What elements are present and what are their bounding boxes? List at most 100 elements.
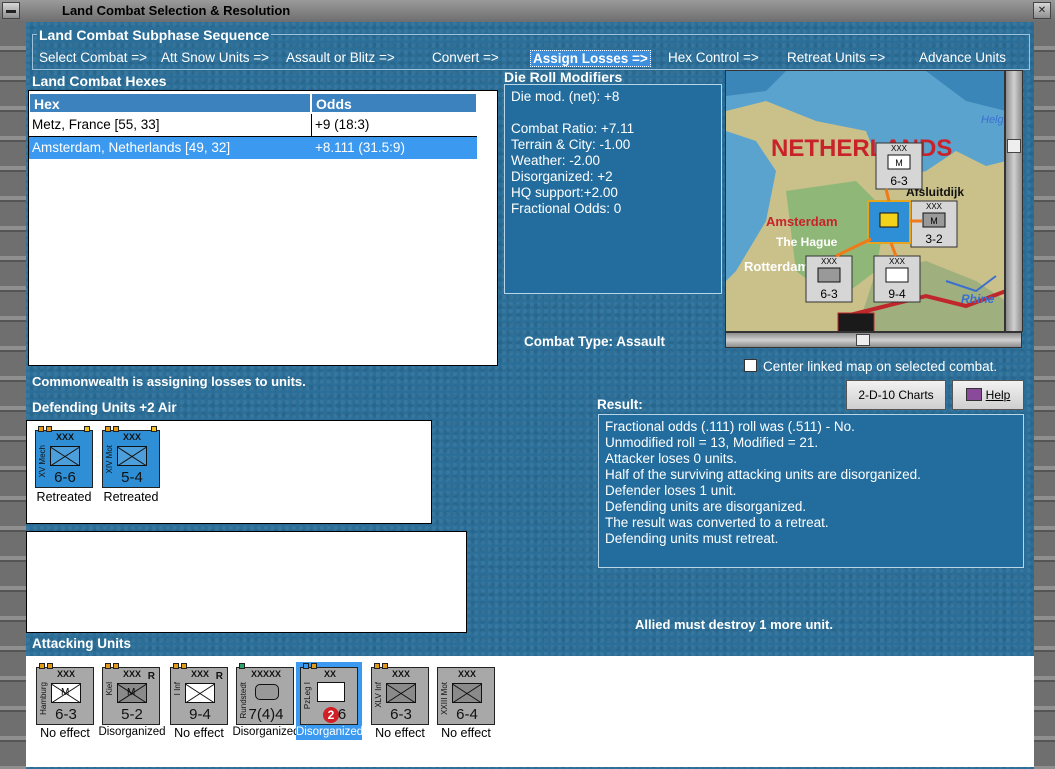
result-line: The result was converted to a retreat. (605, 515, 829, 530)
phase-select-combat[interactable]: Select Combat => (39, 50, 147, 65)
map-label-netherlands: NETHERLANDS (771, 135, 952, 162)
map-vscroll-thumb[interactable] (1007, 139, 1021, 153)
attacking-unit-counter[interactable]: XXX XXIII Mot 6-4 (437, 667, 495, 725)
result-line: Half of the surviving attacking units ar… (605, 467, 921, 482)
modifier-line: Combat Ratio: +7.11 (511, 121, 635, 136)
column-header-hex[interactable]: Hex (29, 93, 311, 113)
modifiers-panel: Die mod. (net): +8 Combat Ratio: +7.11 T… (504, 84, 722, 294)
infantry-symbol-icon (386, 683, 416, 703)
mountain-infantry-icon: M (51, 683, 81, 703)
result-line: Fractional odds (.111) roll was (.511) -… (605, 419, 855, 434)
phase-retreat-units[interactable]: Retreat Units => (787, 50, 885, 65)
help-book-icon (965, 388, 982, 401)
subphase-legend: Land Combat Subphase Sequence (37, 27, 272, 43)
modifier-line: Fractional Odds: 0 (511, 201, 622, 216)
charts-button[interactable]: 2-D-10 Charts (846, 380, 946, 410)
modifier-line: Terrain & City: -1.00 (511, 137, 631, 152)
row-hex: Amsterdam, Netherlands [49, 32] (32, 140, 231, 155)
attacking-unit-status: Disorganized (232, 726, 300, 738)
right-frame-rail (1034, 22, 1055, 769)
map-label-rhine: Rhine (961, 292, 995, 306)
modifier-line: Disorganized: +2 (511, 169, 613, 184)
svg-text:M: M (930, 216, 938, 226)
motorized-symbol-icon (452, 683, 482, 703)
hq-symbol-icon (255, 684, 279, 700)
defending-title: Defending Units +2 Air (32, 400, 177, 415)
modifier-line: HQ support:+2.00 (511, 185, 618, 200)
svg-text:XXX: XXX (891, 144, 908, 153)
map-hscroll-thumb[interactable] (856, 334, 870, 346)
svg-text:XXX: XXX (821, 257, 838, 266)
map-label-helg: Helg (981, 114, 1005, 126)
map-label-hague: The Hague (776, 235, 838, 249)
title-bar: ▬ Land Combat Selection & Resolution ✕ (0, 0, 1055, 23)
map-label-rotterdam: Rotterdam (744, 259, 809, 274)
result-line: Unmodified roll = 13, Modified = 21. (605, 435, 819, 450)
left-frame-rail (0, 22, 26, 769)
status-text: Commonwealth is assigning losses to unit… (32, 374, 306, 389)
modifiers-title: Die Roll Modifiers (504, 69, 623, 85)
defending-units-panel: XXX XV Mech 6-6 Retreated XXX XIV Mot 5-… (26, 420, 432, 524)
phase-att-snow-units[interactable]: Att Snow Units => (161, 50, 269, 65)
phase-assign-losses[interactable]: Assign Losses => (530, 50, 651, 67)
combat-type-label: Combat Type: (524, 334, 614, 349)
combat-type-value: Assault (616, 334, 666, 349)
empty-units-panel (26, 531, 467, 633)
center-map-checkbox[interactable] (744, 359, 757, 372)
column-header-odds[interactable]: Odds (311, 93, 477, 113)
map-vertical-scrollbar[interactable] (1005, 70, 1023, 332)
row-hex: Metz, France [55, 33] (32, 117, 160, 132)
attacking-unit-status: No effect (40, 726, 90, 740)
center-map-option[interactable]: Center linked map on selected combat. (744, 359, 997, 374)
map-horizontal-scrollbar[interactable] (725, 332, 1022, 348)
map-graphic: NETHERLANDS Amsterdam The Hague Rotterda… (726, 71, 1005, 331)
window-title: Land Combat Selection & Resolution (62, 3, 291, 18)
center-map-label: Center linked map on selected combat. (763, 359, 998, 374)
row-odds: +9 (18:3) (315, 117, 370, 132)
svg-text:XXX: XXX (889, 257, 906, 266)
result-line: Defending units are disorganized. (605, 499, 807, 514)
defending-unit-status: Retreated (36, 490, 92, 504)
hexes-title: Land Combat Hexes (32, 73, 167, 89)
phase-convert[interactable]: Convert => (432, 50, 499, 65)
subphase-sequence: Land Combat Subphase Sequence Select Com… (32, 27, 1030, 70)
attacking-units-panel: XXX Hamburg M 6-3 No effect XXX Kiel R M 5… (26, 656, 1034, 767)
table-row-selected[interactable]: Amsterdam, Netherlands [49, 32] +8.111 (… (29, 137, 477, 159)
hexes-table: Hex Odds Metz, France [55, 33] +9 (18:3)… (28, 90, 498, 366)
attacking-unit-counter-selected[interactable]: XX PzLeg I 2 6 (300, 663, 358, 725)
result-line: Attacker loses 0 units. (605, 451, 738, 466)
attacking-unit-status: Disorganized (296, 726, 364, 738)
table-row[interactable]: Metz, France [55, 33] +9 (18:3) (29, 114, 477, 136)
phase-hex-control[interactable]: Hex Control => (668, 50, 759, 65)
close-button[interactable]: ✕ (1033, 2, 1051, 19)
motorized-symbol-icon (117, 446, 147, 466)
map-label-amsterdam: Amsterdam (766, 214, 838, 229)
attacking-unit-status: No effect (174, 726, 224, 740)
system-menu-button[interactable]: ▬ (2, 2, 20, 19)
phase-advance-units[interactable]: Advance Units (919, 50, 1006, 65)
result-title: Result: (597, 397, 643, 412)
result-line: Defending units must retreat. (605, 531, 779, 546)
defending-unit-counter[interactable]: XXX XV Mech 6-6 (35, 426, 93, 488)
dialog-content: Land Combat Subphase Sequence Select Com… (26, 22, 1034, 769)
phase-assault-or-blitz[interactable]: Assault or Blitz => (286, 50, 395, 65)
combat-type: Combat Type: Assault (524, 334, 665, 349)
modifier-net: Die mod. (net): +8 (511, 89, 620, 104)
attacking-unit-counter[interactable]: XXX I Inf R 9-4 (170, 663, 228, 725)
attacking-unit-counter[interactable]: XXX XLV Inf 6-3 (371, 663, 429, 725)
infantry-symbol-icon (185, 683, 215, 703)
row-odds: +8.111 (31.5:9) (315, 140, 405, 155)
modifier-line: Weather: -2.00 (511, 153, 601, 168)
attacking-unit-counter[interactable]: XXXXX Rundstedt 7(4)4 (236, 663, 294, 725)
allied-message: Allied must destroy 1 more unit. (635, 617, 833, 632)
svg-text:6-3: 6-3 (890, 174, 908, 188)
svg-text:6-3: 6-3 (820, 287, 838, 301)
svg-text:M: M (895, 158, 903, 168)
defending-unit-counter[interactable]: XXX XIV Mot 5-4 (102, 426, 160, 488)
help-button[interactable]: Help (952, 380, 1024, 410)
attacking-unit-counter[interactable]: XXX Hamburg M 6-3 (36, 663, 94, 725)
attacking-unit-counter[interactable]: XXX Kiel R M 5-2 (102, 663, 160, 725)
attacking-title: Attacking Units (32, 636, 132, 651)
linked-map[interactable]: NETHERLANDS Amsterdam The Hague Rotterda… (725, 70, 1005, 332)
svg-text:3-2: 3-2 (925, 232, 943, 246)
